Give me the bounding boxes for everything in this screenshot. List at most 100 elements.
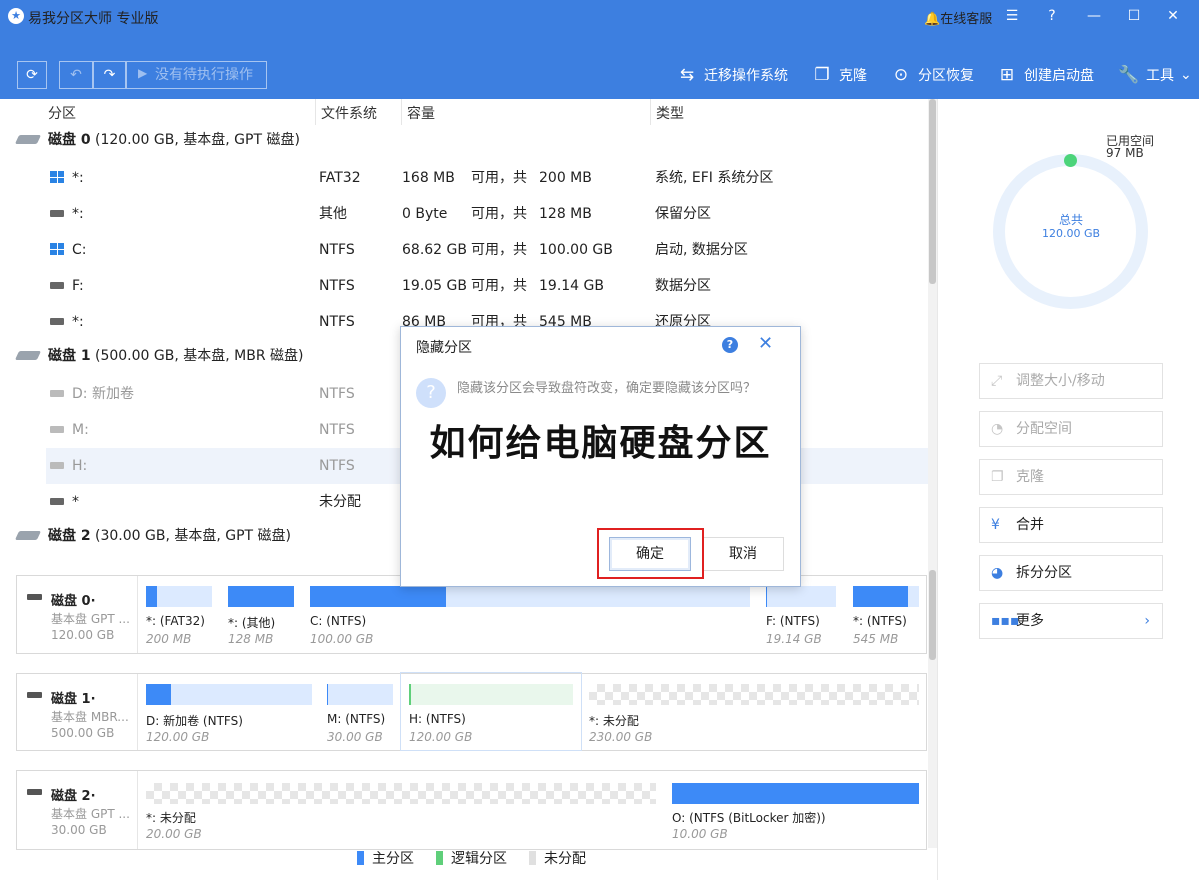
used-fill — [310, 586, 447, 607]
toolbar-migrate-os[interactable]: ⇆ 迁移操作系统 — [676, 64, 788, 86]
help-icon[interactable]: ? — [722, 337, 738, 353]
used-fill — [672, 783, 919, 804]
disk-row[interactable]: 磁盘 0 (120.00 GB, 基本盘, GPT 磁盘) — [0, 123, 928, 159]
split-icon: ◕ — [991, 565, 1004, 581]
table-row[interactable]: *: FAT32 168 MB 可用，共 200 MB 系统, EFI 系统分区 — [0, 160, 928, 196]
toolbar-tools[interactable]: 🔧 工具 ⌄ — [1118, 64, 1192, 86]
resize-icon: ⤢ — [991, 373, 1003, 389]
disk-icon — [27, 692, 42, 698]
partition-bar[interactable] — [310, 586, 750, 607]
legend-label: 主分区 — [372, 851, 414, 867]
partition-size: 120.00 GB — [146, 730, 210, 744]
partition-bar[interactable] — [672, 783, 919, 804]
support-link[interactable]: 🔔在线客服 — [924, 8, 992, 27]
disk-map-name: 磁盘 2· — [51, 789, 96, 804]
action-label: 分配空间 — [1016, 421, 1072, 437]
legend-swatch — [529, 851, 536, 865]
table-row[interactable]: *: 其他 0 Byte 可用，共 128 MB 保留分区 — [0, 196, 928, 232]
close-icon[interactable]: ✕ — [758, 333, 773, 354]
partition-bar[interactable] — [327, 684, 393, 705]
partition-avail: 可用，共 — [471, 242, 527, 258]
partition-avail: 可用，共 — [471, 278, 527, 294]
legend-item: 主分区 — [357, 848, 414, 868]
allocate-space-button[interactable]: ◔ 分配空间 — [979, 411, 1163, 447]
more-icon: ▪▪▪ — [991, 613, 1020, 629]
undo-button[interactable]: ↶ — [59, 61, 93, 89]
partition-size: 128 MB — [228, 632, 274, 646]
redo-button[interactable]: ↷ — [93, 61, 126, 89]
disk-name: 磁盘 2 — [48, 528, 91, 544]
disk-icon — [14, 531, 42, 540]
partition-size: 30.00 GB — [327, 730, 383, 744]
cancel-button[interactable]: 取消 — [702, 537, 784, 571]
list-scrollbar-thumb[interactable] — [929, 99, 936, 284]
partition-recovery-icon: ⊙ — [893, 65, 909, 85]
toolbar-boot-disk[interactable]: ⊞ 创建启动盘 — [996, 64, 1094, 86]
merge-button[interactable]: ¥ 合并 — [979, 507, 1163, 543]
maximize-icon[interactable]: ☐ — [1123, 6, 1145, 26]
used-fill — [766, 586, 767, 607]
wrench-icon: 🔧 — [1118, 65, 1140, 85]
disk-map-size: 500.00 GB — [51, 726, 115, 740]
app-logo-icon: ★ — [8, 8, 24, 24]
clone-icon: ❐ — [814, 65, 830, 85]
column-partition[interactable]: 分区 — [48, 103, 76, 123]
partition-bar[interactable] — [853, 586, 919, 607]
legend: 主分区 逻辑分区 未分配 — [357, 848, 586, 868]
legend-label: 未分配 — [544, 851, 586, 867]
partition-label: *: (其他) — [228, 616, 276, 630]
toolbar-partition-recovery[interactable]: ⊙ 分区恢复 — [890, 64, 974, 86]
action-label: 调整大小/移动 — [1016, 373, 1105, 389]
disk-map-type: 基本盘 MBR... — [51, 710, 129, 724]
partition-size: 200 MB — [146, 632, 192, 646]
disk-map-size: 120.00 GB — [51, 628, 115, 642]
disk-map-size: 30.00 GB — [51, 823, 107, 837]
partition-free: 19.05 GB — [402, 278, 467, 294]
clone-button[interactable]: ❐ 克隆 — [979, 459, 1163, 495]
support-label: 在线客服 — [940, 12, 993, 27]
split-partition-button[interactable]: ◕ 拆分分区 — [979, 555, 1163, 591]
disk-map-card[interactable]: 磁盘 2· 基本盘 GPT ... 30.00 GB *: 未分配 20.00 … — [16, 770, 927, 850]
column-capacity[interactable]: 容量 — [407, 103, 435, 123]
partition-name: D: 新加卷 — [72, 386, 134, 402]
table-row[interactable]: C: NTFS 68.62 GB 可用，共 100.00 GB 启动, 数据分区 — [0, 232, 928, 268]
minimize-icon[interactable]: — — [1083, 6, 1105, 26]
unallocated-bar[interactable] — [589, 684, 919, 705]
column-type[interactable]: 类型 — [656, 103, 684, 123]
disk-name: 磁盘 1 — [48, 348, 91, 364]
more-button[interactable]: ▪▪▪ 更多 › — [979, 603, 1163, 639]
column-filesystem[interactable]: 文件系统 — [321, 103, 377, 123]
partition-bar[interactable] — [766, 586, 836, 607]
disk-icon — [14, 135, 42, 144]
chevron-down-icon: ⌄ — [1180, 67, 1192, 83]
table-row[interactable]: F: NTFS 19.05 GB 可用，共 19.14 GB 数据分区 — [0, 268, 928, 304]
overlay-caption: 如何给电脑硬盘分区 — [429, 423, 772, 464]
close-icon[interactable]: ✕ — [1162, 6, 1184, 26]
partition-size: 120.00 GB — [409, 730, 473, 744]
partition-size: 20.00 GB — [146, 827, 202, 841]
partition-name: *: — [72, 206, 84, 222]
partition-bar[interactable] — [409, 684, 573, 705]
used-fill — [853, 586, 909, 607]
partition-bar[interactable] — [146, 684, 312, 705]
toolbar-clone[interactable]: ❐ 克隆 — [811, 64, 867, 86]
resize-move-button[interactable]: ⤢ 调整大小/移动 — [979, 363, 1163, 399]
disk-icon — [27, 594, 42, 600]
map-scrollbar-thumb[interactable] — [929, 570, 936, 660]
partition-icon — [50, 462, 64, 469]
partition-bar[interactable] — [228, 586, 294, 607]
unallocated-bar[interactable] — [146, 783, 656, 804]
partition-free: 68.62 GB — [402, 242, 467, 258]
refresh-button[interactable]: ⟳ — [17, 61, 47, 89]
total-value: 120.00 GB — [1041, 227, 1101, 240]
partition-size: 100.00 GB — [310, 632, 374, 646]
legend-item: 逻辑分区 — [436, 848, 507, 868]
partition-name: *: — [72, 170, 84, 186]
disk-map-name: 磁盘 0· — [51, 594, 96, 609]
used-fill — [146, 684, 171, 705]
disk-map-card[interactable]: 磁盘 1· 基本盘 MBR... 500.00 GB D: 新加卷 (NTFS)… — [16, 672, 927, 751]
menu-icon[interactable]: ☰ — [1001, 6, 1023, 26]
partition-label: O: (NTFS (BitLocker 加密)) — [672, 811, 826, 825]
partition-bar[interactable] — [146, 586, 212, 607]
help-icon[interactable]: ? — [1041, 6, 1063, 26]
